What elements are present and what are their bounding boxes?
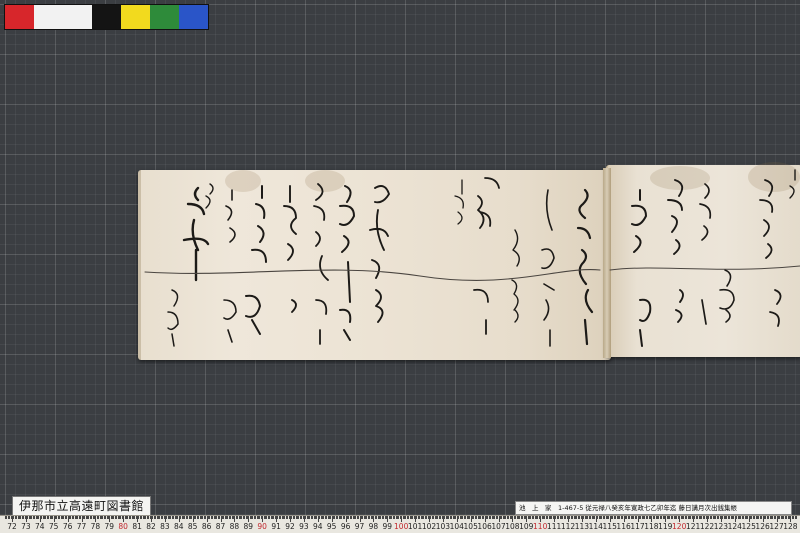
ruler-number: 83 <box>160 522 170 531</box>
ruler-number: 80 <box>118 522 128 531</box>
ruler-number: 106 <box>477 522 492 531</box>
ruler-number: 72 <box>7 522 17 531</box>
ruler-number: 103 <box>435 522 451 531</box>
ruler-number: 76 <box>62 522 73 531</box>
ruler-number: 101 <box>407 522 423 531</box>
ruler-number: 119 <box>658 522 673 531</box>
ruler-number: 120 <box>672 522 687 531</box>
handwritten-calligraphy <box>144 169 800 347</box>
ruler-number: 102 <box>421 522 437 531</box>
ruler-number: 126 <box>755 522 770 531</box>
ruler-tick <box>795 516 797 519</box>
ruler-number: 108 <box>505 522 520 531</box>
ruler-number: 85 <box>187 522 198 531</box>
ruler-number: 81 <box>132 522 142 531</box>
ruler-number: 89 <box>243 522 254 531</box>
ruler-number: 125 <box>741 522 756 531</box>
ruler-number: 98 <box>368 522 379 531</box>
ruler-number: 78 <box>90 522 101 531</box>
ruler-number: 74 <box>35 522 45 531</box>
measurement-ruler: 72 73 74 75 76 77 78 79 80 81 82 83 84 85 86 87 88 89 90 91… <box>0 515 800 533</box>
ruler-number: 93 <box>299 522 309 531</box>
ruler-number: 99 <box>382 522 393 531</box>
library-name-plate: 伊那市立高遠町図書館 <box>12 496 152 516</box>
ruler-number: 105 <box>463 522 478 531</box>
catalog-label: 池 上 家 1-467-5 従元禄八癸亥年寛政七乙卯年迄 藤日講月次出銭集帳 <box>515 501 792 515</box>
ruler-number: 117 <box>630 522 645 531</box>
ruler-number: 128 <box>783 522 798 531</box>
ruler-number: 124 <box>727 522 742 531</box>
ruler-number: 73 <box>21 522 31 531</box>
ruler-number: 92 <box>285 522 295 531</box>
ruler-number: 121 <box>685 522 701 531</box>
ruler-number: 90 <box>257 522 267 531</box>
ruler-number: 113 <box>574 522 590 531</box>
ruler-number: 112 <box>560 522 576 531</box>
ruler-number: 87 <box>215 522 226 531</box>
ruler-number: 91 <box>271 522 281 531</box>
ruler-number: 75 <box>48 522 59 531</box>
ruler-number: 116 <box>616 522 631 531</box>
ruler-number: 95 <box>326 522 337 531</box>
ruler-number: 107 <box>491 522 506 531</box>
ruler-number: 96 <box>340 522 351 531</box>
ruler-number: 86 <box>201 522 212 531</box>
archive-photo-canvas: 伊那市立高遠町図書館 池 上 家 1-467-5 従元禄八癸亥年寛政七乙卯年迄 … <box>0 0 800 533</box>
ruler-number: 79 <box>104 522 115 531</box>
ruler-number: 118 <box>644 522 659 531</box>
ruler-number: 84 <box>174 522 184 531</box>
ruler-number: 77 <box>76 522 87 531</box>
ruler-number: 104 <box>449 522 464 531</box>
ruler-number: 100 <box>394 522 409 531</box>
ruler-number: 115 <box>602 522 617 531</box>
ruler-number: 94 <box>313 522 323 531</box>
ruler-number: 110 <box>533 522 548 531</box>
ruler-number: 123 <box>713 522 729 531</box>
ruler-number: 97 <box>354 522 365 531</box>
ruler-number: 127 <box>769 522 784 531</box>
ruler-number: 88 <box>229 522 240 531</box>
ruler-number: 111 <box>546 522 562 531</box>
ruler-number: 122 <box>699 522 715 531</box>
ruler-number: 114 <box>588 522 603 531</box>
ruler-number: 109 <box>519 522 534 531</box>
ruler-number: 82 <box>146 522 156 531</box>
